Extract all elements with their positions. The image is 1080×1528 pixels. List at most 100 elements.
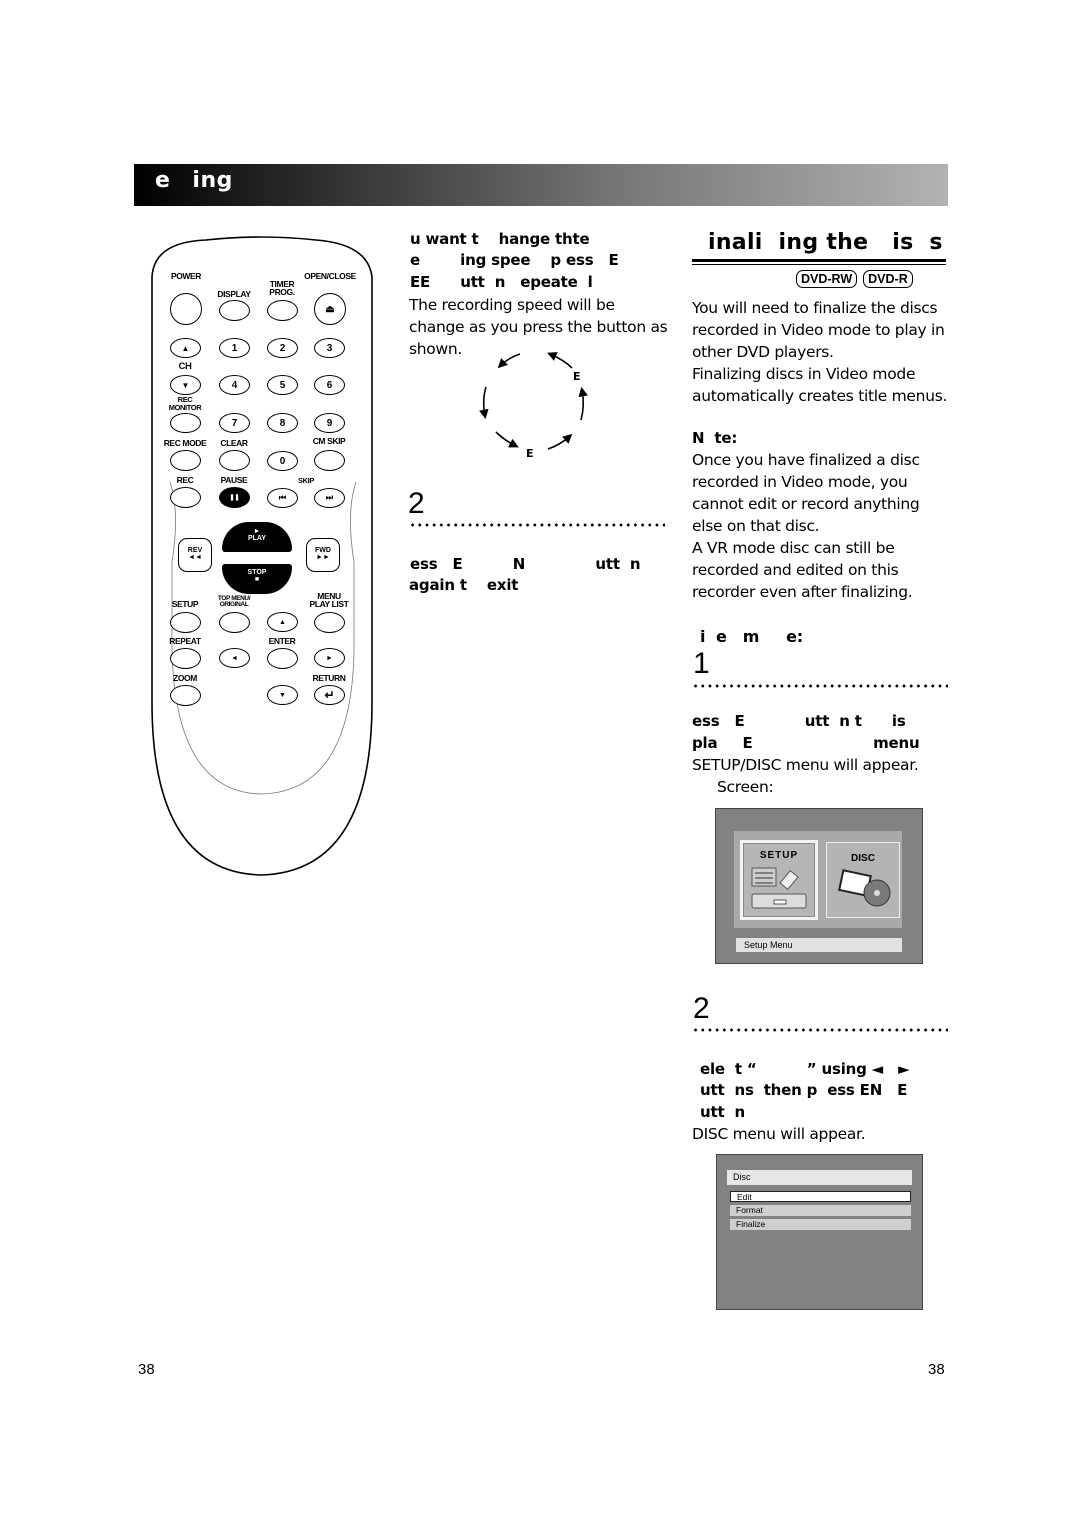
cycle-label-bottom: E	[526, 447, 534, 460]
page-number-right: 38	[928, 1361, 945, 1378]
digit-7-button[interactable]: 7	[219, 413, 250, 433]
step1-instruction-line2: pla E menu	[692, 734, 920, 752]
fwd-icon: ►►	[316, 554, 330, 561]
pause-button[interactable]: ❚❚	[219, 487, 250, 508]
top-menu-button[interactable]	[219, 612, 250, 633]
clear-label: CLEAR	[220, 438, 248, 448]
ch-up-button[interactable]: ▲	[170, 338, 201, 358]
middle-instruction-line3: EE utt n epeate l	[410, 273, 593, 291]
digit-9-button[interactable]: 9	[314, 413, 345, 433]
return-icon: ↵	[324, 688, 335, 702]
step2-body: DISC menu will appear.	[692, 1125, 866, 1143]
digit-label: 9	[326, 417, 333, 429]
up-arrow-icon: ▲	[181, 343, 190, 353]
section-title: inali ing the is s	[708, 230, 943, 255]
step2-instruction-line3: utt n	[700, 1103, 745, 1121]
digit-label: 6	[326, 379, 333, 391]
digit-4-button[interactable]: 4	[219, 375, 250, 395]
disc-menu-item-format[interactable]: Format	[730, 1205, 911, 1216]
digit-3-button[interactable]: 3	[314, 338, 345, 358]
digit-label: 2	[279, 342, 286, 354]
nav-up-button[interactable]: ▲	[267, 612, 298, 632]
disc-tile[interactable]: DISC	[826, 842, 900, 918]
page-number-left: 38	[138, 1361, 155, 1378]
stop-icon: ■	[254, 576, 260, 583]
digit-5-button[interactable]: 5	[267, 375, 298, 395]
setup-equipment-icon	[751, 867, 807, 909]
pause-label: PAUSE	[220, 475, 248, 485]
skip-back-button[interactable]: ⏮	[267, 488, 298, 508]
disc-menu-item-edit[interactable]: Edit	[730, 1191, 911, 1202]
return-button[interactable]: ↵	[314, 685, 345, 705]
recording-speed-cycle-diagram: E E	[478, 350, 588, 465]
enter-button[interactable]	[267, 648, 298, 669]
repeat-button[interactable]	[170, 648, 201, 669]
setup-button[interactable]	[170, 612, 201, 633]
dotted-divider	[692, 684, 948, 688]
fwd-label: FWD	[315, 547, 331, 554]
note-heading: N te:	[692, 429, 738, 447]
digit-1-button[interactable]: 1	[219, 338, 250, 358]
nav-left-button[interactable]: ◄	[219, 648, 250, 668]
step1-instruction-line1: ess E utt n t is	[692, 712, 906, 730]
rec-monitor-button[interactable]	[170, 413, 201, 433]
middle-instruction-line2: e ing spee p ess E	[410, 251, 619, 269]
setup-status-bar: Setup Menu	[736, 938, 902, 952]
clear-button[interactable]	[219, 450, 250, 471]
ch-down-button[interactable]: ▼	[170, 375, 201, 395]
pause-icon: ❚❚	[229, 495, 240, 501]
menu-play-list-button[interactable]	[314, 612, 345, 633]
step2-instruction-line1: ele t “ ” using ◄ ►	[700, 1060, 910, 1078]
display-button[interactable]	[219, 300, 250, 321]
rec-mode-button[interactable]	[170, 450, 201, 471]
setup-tile-label: SETUP	[759, 850, 799, 861]
rev-button[interactable]: REV ◄◄	[178, 538, 212, 572]
disc-menu-title: Disc	[727, 1170, 912, 1185]
step-number: 1	[693, 647, 710, 680]
menu-play-list-label: MENU PLAY LIST	[309, 591, 349, 609]
power-button[interactable]	[170, 293, 202, 325]
skip-forward-button[interactable]: ⏭	[314, 488, 345, 508]
digit-label: 3	[326, 342, 333, 354]
digit-2-button[interactable]: 2	[267, 338, 298, 358]
middle-instruction-line1: u want t hange thte	[410, 230, 590, 248]
skip-label: SKIP	[298, 476, 314, 485]
step2-instruction-line2: utt ns then p ess EN E	[700, 1081, 908, 1099]
middle-step2-line2: again t exit	[409, 576, 519, 594]
digit-label: 5	[279, 379, 286, 391]
top-menu-label: TOP MENU/ ORIGINAL	[217, 595, 251, 608]
rev-icon: ◄◄	[188, 554, 202, 561]
digit-8-button[interactable]: 8	[267, 413, 298, 433]
zoom-label: ZOOM	[173, 673, 197, 683]
cycle-label-top-right: E	[573, 370, 581, 383]
rec-monitor-label: REC MONITOR	[168, 395, 202, 412]
remote-control-illustration: POWER DISPLAY TIMER PROG. OPEN/CLOSE ⏏ ▲…	[146, 232, 376, 882]
up-arrow-icon: ▲	[279, 618, 286, 626]
power-label: POWER	[170, 271, 202, 281]
nav-right-button[interactable]: ►	[314, 648, 345, 668]
middle-step2-line1: ess E N utt n	[410, 555, 641, 573]
cm-skip-button[interactable]	[314, 450, 345, 471]
zoom-button[interactable]	[170, 685, 201, 706]
digit-6-button[interactable]: 6	[314, 375, 345, 395]
digit-label: 7	[231, 417, 238, 429]
digit-0-button[interactable]: 0	[267, 451, 298, 471]
setup-tile[interactable]: SETUP	[740, 840, 818, 920]
setup-label: SETUP	[171, 599, 199, 609]
repeat-label: REPEAT	[169, 636, 201, 646]
enter-label: ENTER	[268, 636, 296, 646]
finalize-intro-text: You will need to finalize the discs reco…	[692, 299, 948, 405]
right-arrow-icon: ►	[326, 654, 333, 662]
eject-icon: ⏏	[325, 303, 335, 315]
procedure-subheading: i e m e:	[700, 627, 803, 646]
left-arrow-icon: ◄	[231, 654, 238, 662]
fwd-button[interactable]: FWD ►►	[306, 538, 340, 572]
open-close-button[interactable]: ⏏	[314, 293, 346, 325]
nav-down-button[interactable]: ▼	[267, 685, 298, 705]
down-arrow-icon: ▼	[279, 691, 286, 699]
rec-button[interactable]	[170, 487, 201, 508]
note-body: Once you have finalized a disc recorded …	[692, 451, 920, 601]
digit-label: 0	[279, 455, 286, 467]
timer-prog-button[interactable]	[267, 300, 298, 321]
disc-menu-item-finalize[interactable]: Finalize	[730, 1219, 911, 1230]
